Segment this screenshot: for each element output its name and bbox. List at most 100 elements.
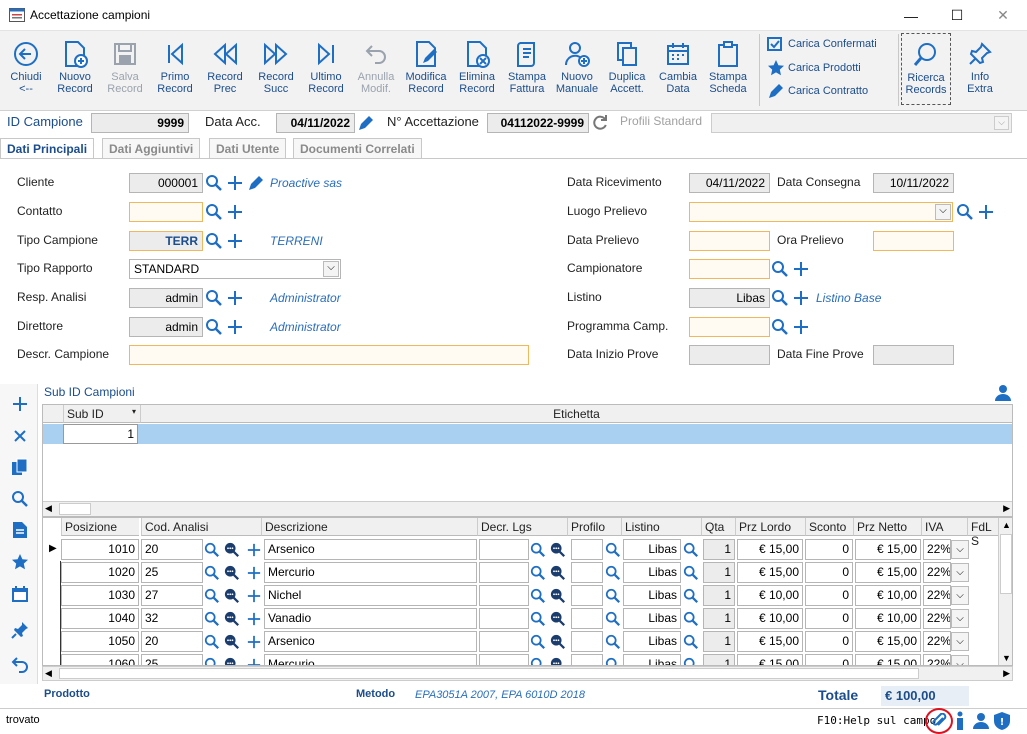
profili-standard-select[interactable]: ⌵ [711,113,1012,133]
nuovo-manuale-button[interactable]: Nuovo Manuale [552,37,602,103]
listino-cell[interactable]: Libas [623,562,681,583]
listino-name[interactable]: Listino Base [816,291,881,305]
cod-analisi-add-icon[interactable] [247,658,261,665]
scroll-thumb[interactable] [59,668,919,679]
descrizione-cell[interactable]: Vanadio [264,608,477,629]
decr-lgs-search-icon[interactable] [530,542,546,558]
calendar-icon[interactable] [10,584,30,604]
analyses-col-header[interactable]: Profilo [567,518,621,536]
table-row[interactable]: 1 [43,424,1012,444]
scroll-left-icon[interactable]: ◀ [45,503,52,514]
contatto-add-icon[interactable] [227,204,243,220]
cod-analisi-add-icon[interactable] [247,612,261,626]
edit-date-pen-icon[interactable] [357,114,375,132]
cod-analisi-search-icon[interactable] [204,542,220,558]
decr-lgs-search-icon[interactable] [530,634,546,650]
carica-contratto-button[interactable]: Carica Contratto [767,81,868,101]
cliente-add-icon[interactable] [227,175,243,191]
user-icon[interactable] [972,712,990,730]
prz-lordo-cell[interactable]: € 10,00 [737,585,803,606]
listino-field[interactable]: Libas [689,288,770,308]
profilo-cell[interactable] [571,654,603,665]
document-icon[interactable] [10,520,30,540]
row-selector[interactable] [43,653,61,665]
prz-lordo-cell[interactable]: € 15,00 [737,654,803,665]
cod-analisi-dots-search-icon[interactable] [224,588,240,604]
decr-lgs-search-icon[interactable] [530,565,546,581]
horizontal-scrollbar[interactable]: ◀ ▶ [43,501,1012,516]
descrizione-cell[interactable]: Mercurio [264,562,477,583]
cliente-name[interactable]: Proactive sas [270,176,342,190]
analyses-col-header[interactable]: Decr. Lgs [477,518,567,536]
listino-add-icon[interactable] [793,290,809,306]
annulla-modif-button[interactable]: Annulla Modif. [351,37,401,103]
decr-lgs-cell[interactable] [479,631,529,652]
decr-lgs-dots-search-icon[interactable] [550,611,566,627]
analyses-col-header[interactable]: Posizione [61,518,139,536]
campionatore-field[interactable] [689,259,770,279]
ultimo-record-button[interactable]: Ultimo Record [301,37,351,103]
profilo-search-icon[interactable] [605,657,621,665]
listino-search-icon[interactable] [683,611,699,627]
primo-record-button[interactable]: Primo Record [150,37,200,103]
prz-lordo-cell[interactable]: € 10,00 [737,608,803,629]
decr-lgs-search-icon[interactable] [530,611,546,627]
cod-analisi-add-icon[interactable] [247,566,261,580]
undo-icon[interactable] [10,654,30,674]
tipo-campione-field[interactable]: TERR [129,231,203,251]
row-selector[interactable] [43,561,61,584]
descrizione-cell[interactable]: Arsenico [264,631,477,652]
decr-lgs-dots-search-icon[interactable] [550,588,566,604]
contatto-field[interactable] [129,202,203,222]
analyses-col-header[interactable]: Prz Lordo [735,518,805,536]
prz-lordo-cell[interactable]: € 15,00 [737,539,803,560]
listino-search-icon[interactable] [683,565,699,581]
analyses-col-header[interactable]: Listino [621,518,701,536]
listino-cell[interactable]: Libas [623,608,681,629]
cod-analisi-dots-search-icon[interactable] [224,565,240,581]
sub-id-column-header[interactable]: Sub ID ▾ [63,405,140,423]
profilo-cell[interactable] [571,585,603,606]
cod-analisi-dots-search-icon[interactable] [224,542,240,558]
decr-lgs-dots-search-icon[interactable] [550,634,566,650]
direttore-field[interactable]: admin [129,317,203,337]
carica-prodotti-button[interactable]: Carica Prodotti [767,58,861,78]
row-selector[interactable] [43,607,61,630]
listino-search-icon[interactable] [683,542,699,558]
listino-cell[interactable]: Libas [623,654,681,665]
listino-search-icon[interactable] [683,657,699,665]
scroll-right-icon[interactable]: ▶ [1003,503,1010,514]
tipo-campione-add-icon[interactable] [227,233,243,249]
scroll-up-icon[interactable]: ▲ [1002,520,1011,530]
analyses-col-header[interactable]: Prz Netto [853,518,921,536]
iva-cell[interactable]: 22% [923,562,951,583]
cod-analisi-search-icon[interactable] [204,611,220,627]
decr-lgs-cell[interactable] [479,608,529,629]
scroll-down-icon[interactable]: ▼ [1002,653,1011,663]
cod-analisi-cell[interactable]: 25 [141,654,203,665]
pin-icon[interactable] [10,620,30,640]
tab-dati-aggiuntivi[interactable]: Dati Aggiuntivi [102,138,201,158]
posizione-cell[interactable]: 1050 [61,631,139,652]
copy-icon[interactable] [10,457,30,477]
qta-cell[interactable]: 1 [703,585,735,606]
descrizione-cell[interactable]: Mercurio [264,654,477,665]
add-icon[interactable] [10,394,30,414]
direttore-add-icon[interactable] [227,319,243,335]
prz-netto-cell[interactable]: € 15,00 [855,562,921,583]
table-row[interactable]: 1040 32 Vanadio Libas 1 € 10,00 0 € 10,00 22% ⌵ [43,607,998,630]
ricerca-records-button[interactable]: Ricerca Records [901,33,951,105]
qta-cell[interactable]: 1 [703,631,735,652]
paperclip-icon[interactable] [925,708,953,734]
salva-record-button[interactable]: Salva Record [100,37,150,103]
cod-analisi-search-icon[interactable] [204,565,220,581]
row-selector[interactable] [43,630,61,653]
ora-prelievo-field[interactable] [873,231,954,251]
sconto-cell[interactable]: 0 [805,631,853,652]
profilo-search-icon[interactable] [605,542,621,558]
maximize-button[interactable]: ☐ [934,0,980,31]
analyses-col-header[interactable]: Cod. Analisi [141,518,261,536]
sconto-cell[interactable]: 0 [805,539,853,560]
cambia-data-button[interactable]: Cambia Data [653,37,703,103]
listino-search-icon[interactable] [683,634,699,650]
